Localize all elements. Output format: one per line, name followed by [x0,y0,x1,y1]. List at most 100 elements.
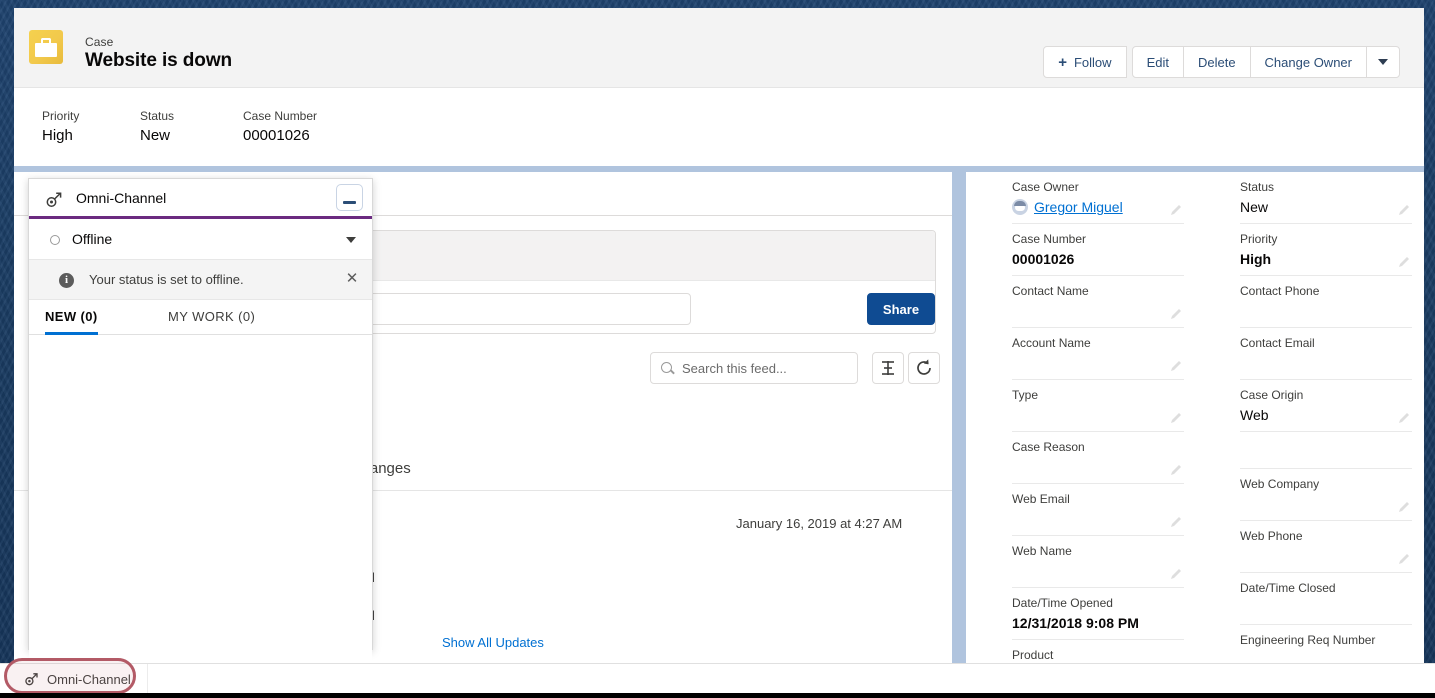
case-briefcase-icon [29,30,63,64]
edit-pencil-icon[interactable] [1398,204,1410,216]
detail-field-label: Case Reason [1012,440,1184,455]
detail-field-value: 12/31/2018 9:08 PM [1012,613,1184,633]
omni-channel-panel: Omni-Channel Offline i Your status is se… [28,178,373,650]
detail-field-value: New [1240,197,1412,217]
detail-field-value [1240,494,1412,514]
feed-search-placeholder: Search this feed... [682,361,787,376]
feed-search-input[interactable]: Search this feed... [650,352,858,384]
detail-field: Case Number00001026 [1012,224,1184,276]
edit-pencil-icon[interactable] [1170,568,1182,580]
delete-label: Delete [1198,55,1236,70]
follow-button[interactable]: + Follow [1043,46,1126,78]
omni-work-list [29,335,372,685]
detail-field-value [1012,561,1184,581]
omni-status-label: Offline [72,231,112,247]
plus-icon: + [1058,55,1067,70]
compact-field-case-number-label: Case Number [243,109,317,123]
detail-field: Case OriginWeb [1240,380,1412,432]
delete-button[interactable]: Delete [1183,46,1251,78]
compact-field-case-number: Case Number 00001026 [243,109,317,144]
detail-field-label: Engineering Req Number [1240,633,1412,648]
detail-field: Web Email [1012,484,1184,536]
detail-field: Web Company [1240,469,1412,521]
more-actions-button[interactable] [1366,46,1400,78]
detail-field: Priority High [1240,224,1412,276]
detail-field-label: Date/Time Closed [1240,581,1412,596]
utility-item-omni-channel[interactable]: Omni-Channel [8,664,148,694]
edit-pencil-icon[interactable] [1398,501,1410,513]
omni-tab-new[interactable]: NEW (0) [45,300,98,335]
info-icon: i [59,273,74,288]
compact-field-status-value: New [140,127,174,144]
detail-field: Date/Time Opened 12/31/2018 9:08 PM [1012,588,1184,640]
edit-pencil-icon[interactable] [1170,204,1182,216]
edit-pencil-icon[interactable] [1170,516,1182,528]
close-icon[interactable]: ✕ [344,271,360,287]
edit-pencil-icon[interactable] [1398,553,1410,565]
detail-field-value [1240,442,1412,462]
detail-field-label: Priority [1240,232,1412,247]
detail-field-label: Contact Name [1012,284,1184,299]
compact-field-case-number-value: 00001026 [243,127,317,144]
detail-field: Account Name [1012,328,1184,380]
detail-field-label: Web Name [1012,544,1184,559]
change-owner-button[interactable]: Change Owner [1250,46,1367,78]
detail-field: Case Reason [1012,432,1184,484]
detail-field-label: Status [1240,180,1412,195]
edit-pencil-icon[interactable] [1170,360,1182,372]
details-right-column: Status New Priority High Contact Phone Contac… [1240,172,1412,663]
edit-label: Edit [1147,55,1169,70]
avatar [1012,199,1028,215]
utility-bar: Omni-Channel [0,663,1435,693]
feed-sort-button[interactable] [872,352,904,384]
search-icon [661,362,672,373]
omni-channel-icon [45,191,63,209]
detail-field-value [1240,546,1412,566]
record-object-type: Case [85,35,113,49]
change-owner-label: Change Owner [1265,55,1352,70]
show-all-updates-link[interactable]: Show All Updates [442,635,544,650]
detail-field: Contact Email [1240,328,1412,380]
detail-field-value: High [1240,249,1412,269]
page-title: Website is down [85,50,232,72]
feed-item-timestamp: January 16, 2019 at 4:27 AM [736,516,902,531]
detail-field-label: Contact Email [1240,336,1412,351]
detail-field-value [1240,598,1412,618]
edit-pencil-icon[interactable] [1170,412,1182,424]
omni-status-selector[interactable]: Offline [29,219,372,260]
details-panel: Case Owner Gregor Miguel Case Number000010… [966,172,1424,663]
detail-field: Product [1012,640,1184,663]
edit-pencil-icon[interactable] [1170,308,1182,320]
detail-field-label: Account Name [1012,336,1184,351]
chevron-down-icon [346,237,356,243]
detail-field: Status New [1240,172,1412,224]
detail-field-label: Type [1012,388,1184,403]
share-button[interactable]: Share [867,293,935,325]
detail-field-label: Web Company [1240,477,1412,492]
chevron-down-icon [1378,59,1388,65]
record-header: Case Website is down + Follow Edit Delet… [14,8,1424,87]
detail-field: Contact Name [1012,276,1184,328]
minimize-icon[interactable] [336,184,363,211]
omni-channel-panel-header: Omni-Channel [29,179,372,219]
detail-field-label: Web Email [1012,492,1184,507]
detail-field-label: Date/Time Opened [1012,596,1184,611]
compact-field-priority-value: High [42,127,79,144]
detail-field: Type [1012,380,1184,432]
edit-button[interactable]: Edit [1132,46,1184,78]
edit-pencil-icon[interactable] [1170,464,1182,476]
edit-pencil-icon[interactable] [1398,256,1410,268]
edit-pencil-icon[interactable] [1398,412,1410,424]
details-left-column: Case Owner Gregor Miguel Case Number000010… [1012,172,1184,663]
feed-refresh-button[interactable] [908,352,940,384]
omni-channel-icon [24,672,39,687]
detail-field-label: Contact Phone [1240,284,1412,299]
omni-tab-bar: NEW (0) MY WORK (0) [29,300,372,335]
detail-field-label: Case Number [1012,232,1184,247]
briefcase-body [35,43,57,57]
omni-tab-my-work[interactable]: MY WORK (0) [168,300,255,335]
detail-field-value [1240,650,1412,663]
detail-field-link[interactable]: Gregor Miguel [1034,197,1123,217]
detail-field-label: Case Owner [1012,180,1184,195]
detail-field-value [1240,353,1412,373]
